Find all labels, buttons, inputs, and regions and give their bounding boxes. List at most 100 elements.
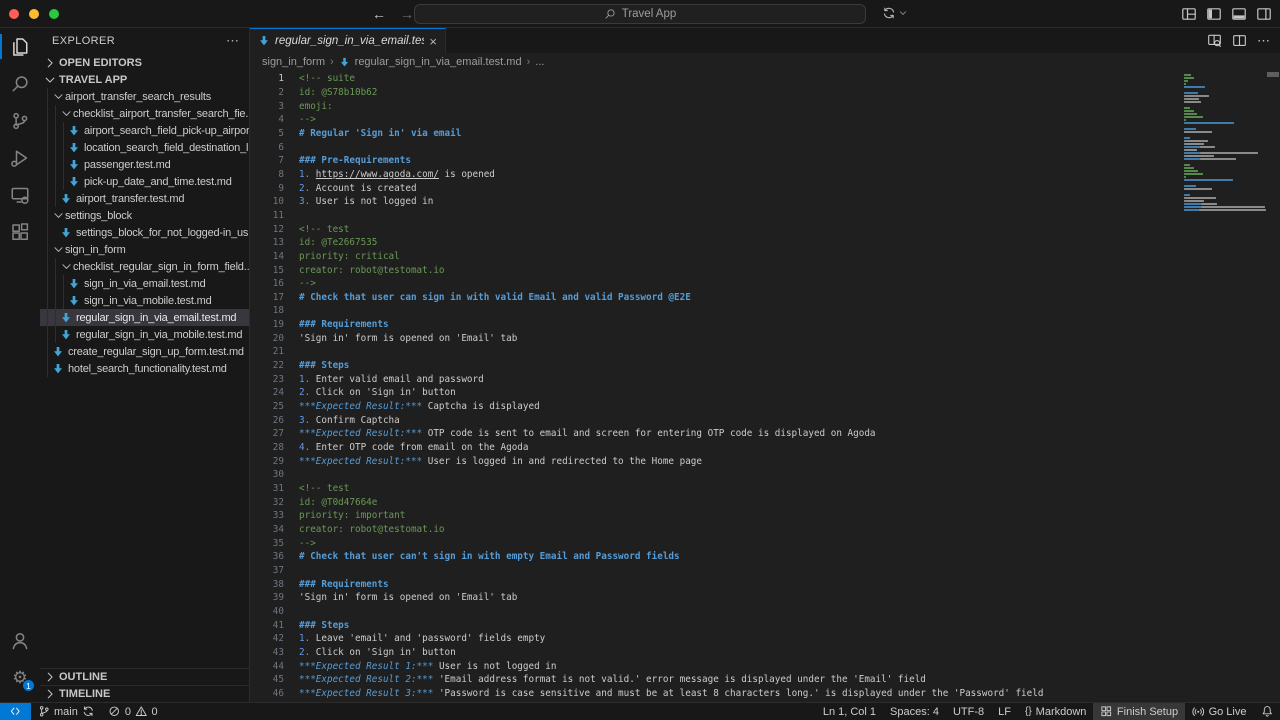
status-finish-setup[interactable]: Finish Setup — [1093, 703, 1185, 720]
code-line[interactable]: 6 — [250, 140, 1182, 154]
code-line[interactable]: 44***Expected Result 1:*** User is not l… — [250, 659, 1182, 673]
code-line[interactable]: 32id: @T0d47664e — [250, 495, 1182, 509]
tree-file-regular-sign-in-via-email-test-md[interactable]: regular_sign_in_via_email.test.md — [40, 309, 249, 326]
breadcrumb-folder[interactable]: sign_in_form — [262, 56, 325, 68]
timeline-section[interactable]: TIMELINE — [40, 685, 249, 702]
code-line[interactable]: 17# Check that user can sign in with val… — [250, 291, 1182, 305]
toggle-primary-sidebar-icon[interactable] — [1206, 6, 1222, 22]
code-line[interactable]: 38### Requirements — [250, 577, 1182, 591]
status-eol[interactable]: LF — [991, 703, 1018, 720]
code-line[interactable]: 41### Steps — [250, 618, 1182, 632]
code-line[interactable]: 29***Expected Result:*** User is logged … — [250, 454, 1182, 468]
code-line[interactable]: 2id: @S78b10b62 — [250, 86, 1182, 100]
tree-file-pick-up-date-and-time-test-md[interactable]: pick-up_date_and_time.test.md — [40, 173, 249, 190]
tab-regular-sign-in-via-email[interactable]: regular_sign_in_via_email.test.md × — [250, 28, 446, 53]
status-notifications[interactable] — [1254, 703, 1280, 720]
code-line[interactable]: 46***Expected Result 3:*** 'Password is … — [250, 687, 1182, 701]
scrollbar[interactable] — [1266, 71, 1280, 702]
code-line[interactable]: 33priority: important — [250, 509, 1182, 523]
toggle-panel-icon[interactable] — [1231, 6, 1247, 22]
status-problems-status[interactable]: 00 — [101, 703, 164, 720]
breadcrumb-file[interactable]: regular_sign_in_via_email.test.md — [355, 56, 522, 68]
code-line[interactable]: 13id: @Te2667535 — [250, 236, 1182, 250]
status-indentation[interactable]: Spaces: 4 — [883, 703, 946, 720]
status-encoding[interactable]: UTF-8 — [946, 703, 991, 720]
code-line[interactable]: 231. Enter valid email and password — [250, 372, 1182, 386]
tree-file-regular-sign-in-via-mobile-test-md[interactable]: regular_sign_in_via_mobile.test.md — [40, 326, 249, 343]
minimap[interactable] — [1182, 71, 1266, 702]
tree-file-settings-block-for-not-logged-in-us-[interactable]: settings_block_for_not_logged-in_us... — [40, 224, 249, 241]
breadcrumb-tail[interactable]: ... — [535, 56, 544, 68]
activity-bar-accounts[interactable] — [0, 622, 40, 659]
code-line[interactable]: 40 — [250, 605, 1182, 619]
activity-bar-extensions[interactable] — [0, 213, 40, 250]
tree-folder-checklist-regular-sign-in-form-field-[interactable]: checklist_regular_sign_in_form_field... — [40, 258, 249, 275]
close-tab-icon[interactable]: × — [429, 35, 437, 48]
more-actions-icon[interactable]: ⋯ — [226, 33, 239, 49]
close-window-button[interactable] — [9, 9, 19, 19]
back-arrow-icon[interactable]: ← — [370, 4, 388, 24]
tree-folder-settings-block[interactable]: settings_block — [40, 207, 249, 224]
chevron-down-icon[interactable] — [898, 8, 908, 18]
code-line[interactable]: 34creator: robot@testomat.io — [250, 523, 1182, 537]
code-line[interactable]: 103. User is not logged in — [250, 195, 1182, 209]
code-line[interactable]: 11 — [250, 209, 1182, 223]
code-line[interactable]: 22### Steps — [250, 359, 1182, 373]
code-line[interactable]: 81. https://www.agoda.com/ is opened — [250, 168, 1182, 182]
tree-folder-sign-in-form[interactable]: sign_in_form — [40, 241, 249, 258]
code-line[interactable]: 15creator: robot@testomat.io — [250, 263, 1182, 277]
tree-folder-airport-transfer-search-results[interactable]: airport_transfer_search_results — [40, 88, 249, 105]
code-line[interactable]: 37 — [250, 564, 1182, 578]
code-line[interactable]: 242. Click on 'Sign in' button — [250, 386, 1182, 400]
tree-file-sign-in-via-email-test-md[interactable]: sign_in_via_email.test.md — [40, 275, 249, 292]
status-cursor-position[interactable]: Ln 1, Col 1 — [816, 703, 883, 720]
tree-file-airport-search-field-pick-up-airpor-[interactable]: airport_search_field_pick-up_airpor... — [40, 122, 249, 139]
code-line[interactable]: 39'Sign in' form is opened on 'Email' ta… — [250, 591, 1182, 605]
code-line[interactable]: 18 — [250, 304, 1182, 318]
zoom-window-button[interactable] — [49, 9, 59, 19]
workspace-root-section[interactable]: TRAVEL APP — [40, 71, 249, 88]
split-editor-icon[interactable] — [1232, 33, 1247, 48]
tree-file-passenger-test-md[interactable]: passenger.test.md — [40, 156, 249, 173]
code-line[interactable]: 7### Pre-Requirements — [250, 154, 1182, 168]
activity-bar-settings[interactable]: ⚙1 — [0, 659, 40, 696]
code-line[interactable]: 4--> — [250, 113, 1182, 127]
command-center[interactable]: Travel App — [414, 4, 866, 24]
code-line[interactable]: 45***Expected Result 2:*** 'Email addres… — [250, 673, 1182, 687]
open-preview-icon[interactable] — [1207, 33, 1222, 48]
status-language-mode[interactable]: {}Markdown — [1018, 703, 1093, 720]
code-line[interactable]: 21 — [250, 345, 1182, 359]
more-actions-icon[interactable]: ⋯ — [1257, 33, 1270, 49]
open-editors-section[interactable]: OPEN EDITORS — [40, 54, 249, 71]
code-editor[interactable]: 1<!-- suite2id: @S78b10b623emoji:4-->5# … — [250, 71, 1182, 702]
activity-bar-search[interactable] — [0, 65, 40, 102]
activity-bar-source-control[interactable] — [0, 102, 40, 139]
activity-bar-explorer[interactable] — [0, 28, 40, 65]
code-line[interactable]: 30 — [250, 468, 1182, 482]
code-line[interactable]: 25***Expected Result:*** Captcha is disp… — [250, 400, 1182, 414]
code-line[interactable]: 284. Enter OTP code from email on the Ag… — [250, 441, 1182, 455]
tree-file-create-regular-sign-up-form-test-md[interactable]: create_regular_sign_up_form.test.md — [40, 343, 249, 360]
tree-file-hotel-search-functionality-test-md[interactable]: hotel_search_functionality.test.md — [40, 360, 249, 377]
code-line[interactable]: 36# Check that user can't sign in with e… — [250, 550, 1182, 564]
activity-bar-run-and-debug[interactable] — [0, 139, 40, 176]
code-line[interactable]: 14priority: critical — [250, 250, 1182, 264]
status-git-branch-status[interactable]: main — [31, 703, 102, 720]
code-line[interactable]: 19### Requirements — [250, 318, 1182, 332]
status-remote-indicator[interactable] — [0, 703, 31, 720]
minimize-window-button[interactable] — [29, 9, 39, 19]
toggle-secondary-sidebar-icon[interactable] — [1256, 6, 1272, 22]
code-line[interactable]: 27***Expected Result:*** OTP code is sen… — [250, 427, 1182, 441]
tree-folder-checklist-airport-transfer-search-fie-[interactable]: checklist_airport_transfer_search_fie... — [40, 105, 249, 122]
code-line[interactable]: 1<!-- suite — [250, 72, 1182, 86]
code-line[interactable]: 20'Sign in' form is opened on 'Email' ta… — [250, 331, 1182, 345]
code-line[interactable]: 432. Click on 'Sign in' button — [250, 646, 1182, 660]
status-go-live[interactable]: Go Live — [1185, 703, 1253, 720]
code-line[interactable]: 16--> — [250, 277, 1182, 291]
scrollbar-thumb[interactable] — [1267, 72, 1279, 77]
code-line[interactable]: 12<!-- test — [250, 222, 1182, 236]
code-line[interactable]: 421. Leave 'email' and 'password' fields… — [250, 632, 1182, 646]
code-line[interactable]: 5# Regular 'Sign in' via email — [250, 127, 1182, 141]
tree-file-sign-in-via-mobile-test-md[interactable]: sign_in_via_mobile.test.md — [40, 292, 249, 309]
sync-icon[interactable] — [882, 6, 896, 20]
